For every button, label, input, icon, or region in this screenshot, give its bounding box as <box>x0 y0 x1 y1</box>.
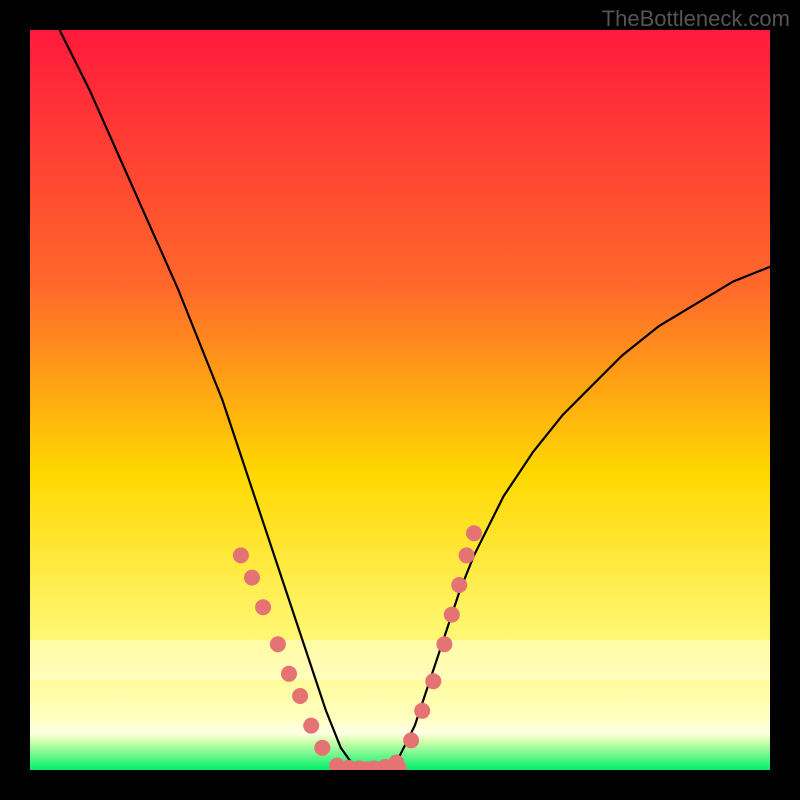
data-dot <box>403 732 419 748</box>
data-dot <box>466 525 482 541</box>
bottleneck-chart <box>30 30 770 770</box>
data-dot <box>436 636 452 652</box>
watermark-text: TheBottleneck.com <box>602 6 790 32</box>
data-dot <box>451 577 467 593</box>
data-dot <box>281 666 297 682</box>
data-dot <box>303 718 319 734</box>
data-dot <box>233 547 249 563</box>
data-dot <box>292 688 308 704</box>
data-dot <box>459 547 475 563</box>
data-dot <box>255 599 271 615</box>
data-dot <box>425 673 441 689</box>
data-dot <box>388 755 404 770</box>
chart-frame: TheBottleneck.com <box>0 0 800 800</box>
plot-area <box>30 30 770 770</box>
data-dot <box>314 740 330 756</box>
data-dot <box>244 570 260 586</box>
data-dot <box>414 703 430 719</box>
data-dot <box>444 607 460 623</box>
data-dot <box>270 636 286 652</box>
pale-band <box>30 640 770 680</box>
